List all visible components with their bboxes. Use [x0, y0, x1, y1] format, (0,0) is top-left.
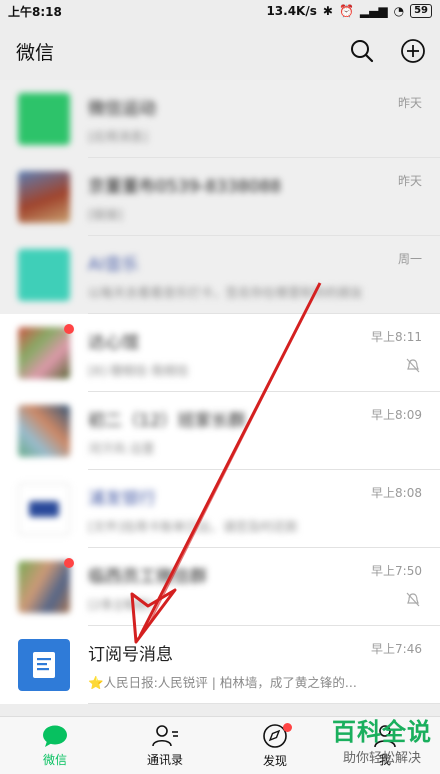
chat-preview: [2条][相册]	[88, 597, 153, 612]
signal-icon: ▂▄▆	[359, 4, 388, 18]
chat-list: 微信运动 [应用消息] 昨天 京董董布0539-8338088 [链接] 昨天 …	[0, 80, 440, 704]
avatar	[18, 93, 70, 145]
chat-item-group-3[interactable]: 临西员工微信群 [2条][相册] 早上7:50	[0, 548, 440, 626]
avatar	[18, 171, 70, 223]
chat-item-group-2[interactable]: 初二（12）班家长群 河汗风·沿里 早上8:09	[0, 392, 440, 470]
chat-item-wechat-sport[interactable]: 微信运动 [应用消息] 昨天	[0, 80, 440, 158]
chat-name: AI音乐	[88, 255, 139, 275]
wifi-icon: ◔	[393, 4, 405, 18]
watermark-title: 百科全说	[332, 718, 432, 746]
unread-dot	[64, 324, 74, 334]
chat-time: 早上8:11	[371, 330, 422, 344]
add-icon[interactable]	[400, 38, 426, 64]
bluetooth-icon: ✱	[322, 4, 333, 18]
status-time: 上午8:18	[8, 4, 62, 19]
chat-time: 昨天	[397, 174, 422, 188]
subscription-icon	[18, 639, 70, 691]
alarm-icon: ⏰	[338, 4, 354, 18]
chat-time: 昨天	[397, 96, 422, 110]
status-icons: 13.4K/s ✱ ⏰ ▂▄▆ ◔ 59	[266, 4, 432, 18]
chat-item-contact[interactable]: 京董董布0539-8338088 [链接] 昨天	[0, 158, 440, 236]
tab-label: 微信	[42, 752, 67, 767]
search-icon[interactable]	[350, 39, 374, 63]
chat-name: 京董董布0539-8338088	[88, 177, 282, 197]
chat-time: 早上7:50	[371, 564, 422, 578]
chat-item-bank[interactable]: 浦发银行 [文件]信用卡账单已出，请您及时还款 早上8:08	[0, 470, 440, 548]
chat-preview: [文件]信用卡账单已出，请您及时还款	[88, 519, 298, 534]
avatar	[18, 327, 70, 379]
status-bar: 上午8:18 13.4K/s ✱ ⏰ ▂▄▆ ◔ 59	[0, 0, 440, 22]
chat-preview: 以每天去看看音乐打卡，签名你在哪里和你的朋友	[88, 285, 364, 300]
chat-preview: [链接]	[88, 207, 123, 222]
mute-bell-icon	[406, 358, 420, 373]
header: 微信	[0, 22, 440, 80]
tab-label: 通讯录	[146, 752, 183, 767]
chat-name: 微信运动	[88, 99, 156, 119]
chat-item-ai[interactable]: AI音乐 以每天去看看音乐打卡，签名你在哪里和你的朋友 周一	[0, 236, 440, 314]
page-title: 微信	[16, 41, 55, 64]
avatar	[18, 561, 70, 613]
tab-chats[interactable]: 微信	[0, 717, 110, 774]
chat-time: 早上7:46	[371, 642, 422, 656]
avatar	[18, 405, 70, 457]
contacts-icon	[152, 724, 178, 746]
chat-time: 周一	[397, 252, 422, 266]
battery-indicator: 59	[410, 4, 432, 18]
watermark-subtitle: 助你轻松解决	[342, 751, 421, 766]
watermark: 百科全说 助你轻松解决	[332, 712, 432, 766]
tab-discover[interactable]: 发现	[220, 717, 330, 774]
avatar	[18, 249, 70, 301]
unread-dot	[64, 558, 74, 568]
avatar	[18, 483, 70, 535]
mute-bell-icon	[406, 592, 420, 607]
chat-preview: 河汗风·沿里	[88, 441, 155, 456]
chat-item-subscriptions[interactable]: 订阅号消息 ⭐人民日报:人民锐评 | 柏林墙，成了黄之锋的... 早上7:46	[0, 626, 440, 704]
chat-preview: [应用消息]	[88, 129, 148, 144]
chat-preview: ⭐人民日报:人民锐评 | 柏林墙，成了黄之锋的...	[88, 675, 357, 690]
chat-bubble-icon	[43, 725, 67, 747]
discover-badge	[283, 723, 292, 732]
chat-time: 早上8:08	[371, 486, 422, 500]
network-speed: 13.4K/s	[266, 4, 317, 18]
chat-preview: [8]·理相信·我相信	[88, 363, 189, 378]
chat-time: 早上8:09	[371, 408, 422, 422]
tab-contacts[interactable]: 通讯录	[110, 717, 220, 774]
chat-item-group-1[interactable]: 达心馆 [8]·理相信·我相信 早上8:11	[0, 314, 440, 392]
tab-label: 发现	[262, 753, 287, 768]
